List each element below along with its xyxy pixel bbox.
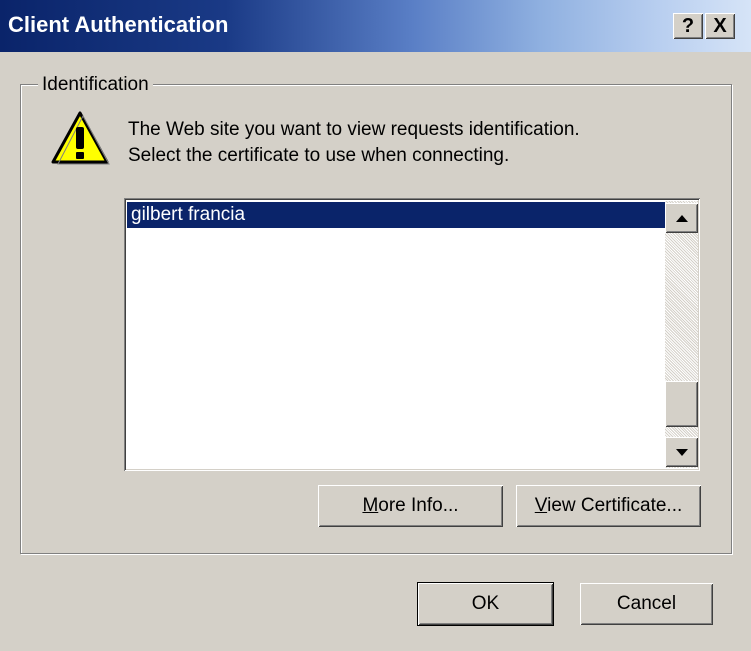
close-icon: X	[713, 14, 727, 37]
client-authentication-dialog: Client Authentication ? X Identification…	[0, 0, 751, 651]
scroll-down-button[interactable]	[665, 437, 698, 467]
identification-group-label: Identification	[38, 74, 153, 96]
arrow-down-icon	[675, 448, 688, 456]
close-button[interactable]: X	[705, 13, 735, 39]
identification-message: The Web site you want to view requests i…	[128, 117, 580, 169]
arrow-up-icon	[675, 214, 688, 222]
message-line-1: The Web site you want to view requests i…	[128, 119, 580, 140]
help-button[interactable]: ?	[673, 13, 703, 39]
scroll-up-button[interactable]	[665, 203, 698, 233]
ok-button[interactable]: OK	[418, 583, 553, 625]
more-info-button[interactable]: More Info...	[318, 485, 503, 527]
cancel-label: Cancel	[616, 593, 677, 614]
help-icon: ?	[681, 14, 695, 37]
certificate-list-scrollbar[interactable]	[665, 201, 698, 468]
certificate-list-item-selected[interactable]: gilbert francia	[127, 202, 665, 228]
more-info-label: More Info...	[362, 495, 459, 516]
message-line-2: Select the certificate to use when conne…	[128, 145, 510, 166]
view-certificate-button[interactable]: View Certificate...	[516, 485, 701, 527]
scroll-thumb[interactable]	[665, 381, 698, 427]
cancel-button[interactable]: Cancel	[580, 583, 713, 625]
ok-label: OK	[471, 593, 500, 614]
title-bar[interactable]: Client Authentication ? X	[0, 0, 751, 52]
certificate-list[interactable]: gilbert francia	[124, 198, 700, 471]
warning-icon	[51, 111, 110, 165]
window-title: Client Authentication	[8, 12, 229, 37]
view-certificate-label: View Certificate...	[534, 495, 683, 516]
